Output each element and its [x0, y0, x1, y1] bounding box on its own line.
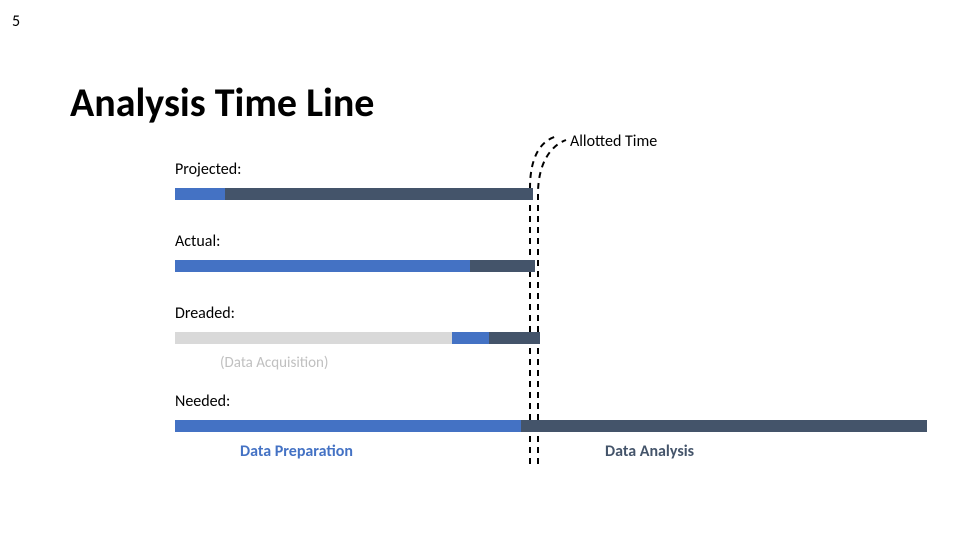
- page-title: Analysis Time Line: [70, 78, 374, 127]
- dashed-curve-icon: [518, 128, 578, 464]
- segment-analysis: [225, 188, 533, 200]
- row-label-actual: Actual:: [175, 232, 220, 251]
- segment-analysis: [470, 260, 535, 272]
- acquisition-label: (Data Acquisition): [220, 354, 328, 372]
- legend-data-analysis: Data Analysis: [605, 442, 694, 461]
- bar-actual: [175, 260, 535, 272]
- legend-data-preparation: Data Preparation: [240, 442, 353, 461]
- slide: 5 Analysis Time Line Allotted Time Proje…: [0, 0, 960, 540]
- segment-analysis: [521, 420, 927, 432]
- allotted-time-marker: [518, 128, 578, 464]
- segment-prep: [175, 420, 521, 432]
- allotted-time-label: Allotted Time: [570, 132, 657, 151]
- segment-analysis: [489, 332, 540, 344]
- row-label-needed: Needed:: [175, 392, 230, 411]
- row-label-projected: Projected:: [175, 160, 241, 179]
- segment-prep: [452, 332, 489, 344]
- page-number: 5: [12, 12, 20, 31]
- segment-prep: [175, 188, 225, 200]
- bar-projected: [175, 188, 533, 200]
- bar-needed: [175, 420, 927, 432]
- segment-acquisition: [175, 332, 452, 344]
- bar-dreaded: [175, 332, 540, 344]
- segment-prep: [175, 260, 470, 272]
- row-label-dreaded: Dreaded:: [175, 304, 235, 323]
